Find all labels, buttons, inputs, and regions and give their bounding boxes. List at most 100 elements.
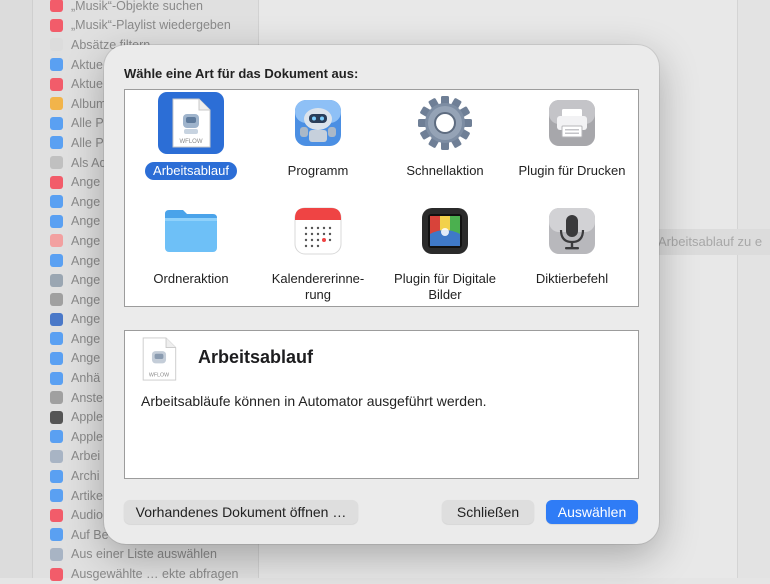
type-label: Plugin für Digitale Bilder [394, 271, 496, 302]
action-label: Ange [71, 351, 101, 366]
action-icon [50, 449, 63, 463]
action-label: Ausgewählte … ekte abfragen [71, 567, 239, 582]
type-folder-action[interactable]: Ordneraktion [127, 200, 255, 288]
type-workflow[interactable]: WFLOW Arbeitsablauf [127, 92, 255, 180]
action-icon [50, 410, 63, 424]
folder-icon [158, 200, 224, 262]
svg-text:WFLOW: WFLOW [180, 139, 203, 145]
action-icon [50, 351, 63, 365]
type-label: Schnellaktion [406, 163, 484, 178]
type-print-plugin[interactable]: Plugin für Drucken [508, 92, 636, 180]
action-icon [50, 508, 63, 522]
automator-robot-icon [285, 92, 351, 154]
close-button[interactable]: Schließen [442, 500, 534, 524]
action-label: Archi [71, 469, 100, 484]
action-label: Ange [71, 331, 101, 346]
dialog-prompt: Wähle eine Art für das Dokument aus: [124, 66, 359, 81]
action-icon [50, 489, 63, 503]
action-list-item[interactable]: „Musik“-Playlist wiedergeben [50, 16, 238, 36]
action-icon [50, 312, 63, 326]
action-label: Als Ad [71, 155, 107, 170]
action-label: Alle P [71, 135, 104, 150]
action-icon [50, 0, 63, 13]
workflow-document-icon: WFLOW [158, 92, 224, 154]
type-application[interactable]: Programm [254, 92, 382, 180]
description-text: Arbeitsabläufe können in Automator ausge… [141, 393, 487, 409]
action-icon [50, 469, 63, 483]
action-icon [50, 195, 63, 209]
action-label: Aus einer Liste auswählen [71, 547, 217, 562]
action-label: Ange [71, 292, 101, 307]
action-icon [50, 254, 63, 268]
action-icon [50, 430, 63, 444]
type-image-capture-plugin[interactable]: Plugin für Digitale Bilder [381, 200, 509, 304]
action-list-item[interactable]: Ausgewählte … ekte abfragen [50, 564, 238, 584]
type-label: Diktierbefehl [535, 271, 609, 286]
action-label: Ange [71, 194, 101, 209]
document-type-grid: WFLOW Arbeitsablauf Programm Schnellakti… [124, 89, 639, 307]
action-icon [50, 77, 63, 91]
action-label: Anhä [71, 371, 101, 386]
microphone-icon [539, 200, 605, 262]
action-icon [50, 175, 63, 189]
gear-icon [412, 92, 478, 154]
action-icon [50, 38, 63, 52]
action-icon [50, 567, 63, 581]
action-label: Album [71, 96, 107, 111]
action-icon [50, 136, 63, 150]
action-label: Artike [71, 488, 103, 503]
printer-icon [539, 92, 605, 154]
sidebar-edge [0, 0, 33, 578]
action-label: Apple [71, 410, 103, 425]
action-label: Ange [71, 214, 101, 229]
choose-button[interactable]: Auswählen [546, 500, 638, 524]
type-label: Arbeitsablauf [145, 162, 237, 180]
action-label: „Musik“-Playlist wiedergeben [71, 18, 231, 33]
action-icon [50, 371, 63, 385]
action-icon [50, 547, 63, 561]
type-calendar-alarm[interactable]: Kalendererinne-rung [254, 200, 382, 304]
action-label: Ange [71, 175, 101, 190]
action-icon [50, 234, 63, 248]
type-label: Kalendererinne-rung [271, 271, 365, 302]
action-label: Aktue [71, 57, 103, 72]
description-title: Arbeitsablauf [198, 347, 314, 367]
action-icon [50, 528, 63, 542]
description-panel: WFLOW Arbeitsablauf Arbeitsabläufe könne… [124, 330, 639, 479]
action-list-item[interactable]: Aus einer Liste auswählen [50, 545, 238, 565]
type-label: Programm [287, 163, 349, 178]
action-label: Ange [71, 253, 101, 268]
right-strip [737, 0, 770, 578]
action-icon [50, 214, 63, 228]
action-label: Arbei [71, 449, 101, 464]
action-label: Auf Be [71, 527, 109, 542]
type-dictation-command[interactable]: Diktierbefehl [508, 200, 636, 288]
action-icon [50, 391, 63, 405]
action-list-item[interactable]: „Musik“-Objekte suchen [50, 0, 238, 16]
open-existing-button[interactable]: Vorhandenes Dokument öffnen … [124, 500, 358, 524]
action-icon [50, 332, 63, 346]
drop-hint: Arbeitsablauf zu e [648, 229, 770, 255]
action-label: „Musik“-Objekte suchen [71, 0, 203, 13]
action-icon [50, 273, 63, 287]
action-label: Audio [71, 508, 103, 523]
action-label: Ange [71, 233, 101, 248]
action-label: Ange [71, 312, 101, 327]
workflow-document-icon: WFLOW [141, 337, 177, 386]
action-label: Alle P [71, 116, 104, 131]
action-icon [50, 97, 63, 111]
type-quick-action[interactable]: Schnellaktion [381, 92, 509, 180]
calendar-icon [285, 200, 351, 262]
action-label: Anste [71, 390, 103, 405]
action-label: Ange [71, 273, 101, 288]
action-icon [50, 156, 63, 170]
action-icon [50, 293, 63, 307]
action-icon [50, 58, 63, 72]
action-label: Aktue [71, 77, 103, 92]
image-capture-icon [412, 200, 478, 262]
action-icon [50, 18, 63, 32]
svg-text:WFLOW: WFLOW [149, 373, 169, 379]
action-label: Apple [71, 429, 103, 444]
action-icon [50, 116, 63, 130]
type-label: Plugin für Drucken [518, 163, 626, 178]
